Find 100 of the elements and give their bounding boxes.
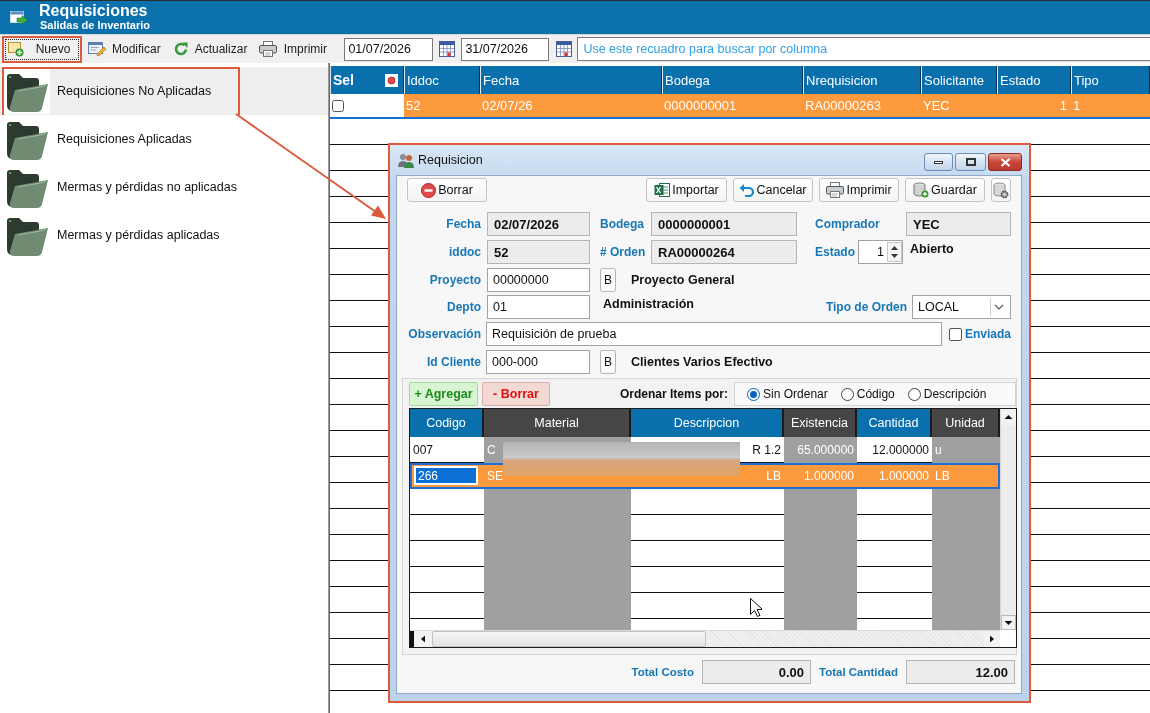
status-spinner[interactable]: 1 (858, 240, 903, 264)
field-label: Depto (446, 299, 481, 314)
total-field[interactable]: 0.00 (702, 660, 811, 684)
unit-text: u (935, 442, 942, 457)
folder-icon (4, 68, 50, 114)
radio-icon[interactable] (840, 387, 854, 401)
field-label: Bodega (600, 217, 645, 231)
material-text: SE (487, 468, 503, 483)
client-id-field[interactable]: 000-000 (486, 349, 590, 374)
field-label: Fecha (445, 217, 481, 231)
lookup-button[interactable]: B (600, 349, 616, 374)
department-field[interactable]: 01 (487, 294, 590, 319)
cancel-button[interactable]: Cancelar (733, 178, 813, 202)
radio-icon[interactable] (747, 387, 761, 401)
window-arrow-icon (10, 9, 28, 26)
maximize-icon (965, 158, 976, 166)
quantity-text: 1.000000 (878, 468, 929, 483)
project-field[interactable]: 00000000 (487, 267, 590, 292)
horizontal-scrollbar[interactable] (410, 630, 1000, 647)
field-label: Comprador (815, 217, 881, 231)
date-from-field[interactable]: 01/07/2026 (344, 37, 434, 61)
remove-item-button[interactable]: - Borrar (482, 382, 550, 406)
code-edit-field[interactable]: 266 (414, 466, 478, 485)
form-pencil-icon (88, 41, 106, 57)
table-cell-text: 0000000001 (663, 97, 738, 115)
settings-button[interactable] (991, 178, 1011, 202)
print-button[interactable]: Imprimir (253, 35, 334, 63)
table-cell-text: 1 (1058, 97, 1068, 115)
document-plus-icon (8, 41, 24, 57)
date-field[interactable]: 02/07/2026 (487, 212, 590, 236)
total-label: Total Cantidad (819, 666, 898, 678)
order-type-select[interactable]: LOCAL (912, 294, 1011, 319)
people-icon (398, 152, 414, 168)
maximize-button[interactable] (955, 153, 986, 171)
print-button[interactable]: Imprimir (819, 178, 899, 202)
date-to-field[interactable]: 31/07/2026 (461, 37, 550, 61)
field-label: Estado (815, 245, 856, 259)
calendar-icon[interactable] (556, 41, 573, 57)
spreadsheet-icon (654, 182, 671, 198)
new-button[interactable]: Nuevo (2, 35, 82, 63)
status-description: Abierto (910, 242, 954, 256)
printer-icon (259, 41, 278, 57)
spin-arrows-icon[interactable] (887, 242, 902, 262)
description-text: LB (766, 468, 781, 483)
circle-icon[interactable] (385, 73, 398, 87)
sidebar-item[interactable]: Requisiciones No Aplicadas (0, 67, 328, 115)
field-label: Tipo de Orden (825, 299, 907, 314)
app-subtitle: Salidas de Inventario (40, 18, 151, 31)
warehouse-field[interactable]: 0000000001 (651, 212, 797, 236)
vertical-scrollbar[interactable] (1000, 409, 1016, 630)
checkbox-label: Enviada (964, 327, 1011, 341)
database-plus-icon (913, 182, 930, 198)
total-label: Total Costo (631, 666, 694, 678)
sort-label: Ordenar Items por: (620, 387, 729, 401)
search-field[interactable]: Use este recuadro para buscar por columna (577, 37, 1150, 61)
column-header[interactable]: Unidad (932, 409, 1000, 437)
edit-button[interactable]: Modificar (82, 35, 167, 63)
table-cell-text: RA00000263 (804, 97, 882, 115)
checkbox[interactable] (948, 327, 962, 341)
observation-field[interactable]: Requisición de prueba (486, 322, 942, 346)
total-field[interactable]: 12.00 (906, 660, 1015, 684)
table-cell-text: 1 (1072, 97, 1082, 115)
app-title: Requisiciones (39, 2, 149, 19)
buyer-field[interactable]: YEC (906, 212, 1011, 236)
description-text: R 1.2 (752, 442, 781, 457)
column-header[interactable]: Cantidad (857, 409, 932, 437)
calendar-icon[interactable] (439, 41, 456, 57)
sort-option[interactable]: Código (840, 387, 895, 401)
minimize-button[interactable] (924, 153, 953, 171)
lookup-button[interactable]: B (600, 267, 616, 292)
field-label: Id Cliente (426, 354, 481, 369)
order-number-field[interactable]: RA00000264 (651, 240, 797, 264)
client-description: Clientes Varios Efectivo (631, 354, 773, 369)
column-header[interactable]: Existencia (784, 409, 857, 437)
radio-icon[interactable] (907, 387, 921, 401)
field-label: Proyecto (428, 272, 481, 287)
row-checkbox[interactable] (332, 99, 344, 112)
dialog-title: Requisicion (418, 153, 483, 167)
printer-icon (826, 182, 845, 198)
minimize-icon (934, 160, 943, 164)
scrollbar-thumb[interactable] (432, 631, 706, 647)
sort-option[interactable]: Descripción (907, 387, 987, 401)
import-button[interactable]: Importar (646, 178, 727, 202)
material-text: C (487, 442, 496, 457)
refresh-button[interactable]: Actualizar (166, 35, 254, 63)
field-label: Observación (407, 327, 481, 341)
table-cell-text: YEC (922, 97, 951, 115)
table-cell-text: 52 (405, 97, 422, 115)
delete-button[interactable]: Borrar (407, 178, 487, 202)
settings-icon (993, 181, 1009, 199)
column-header[interactable]: Descripcion (631, 409, 784, 437)
column-header[interactable]: Codigo (410, 409, 484, 437)
iddoc-field[interactable]: 52 (487, 240, 590, 264)
add-item-button[interactable]: + Agregar (409, 382, 478, 406)
sort-option[interactable]: Sin Ordenar (747, 387, 828, 401)
save-button[interactable]: Guardar (905, 178, 985, 202)
stock-text: 1.000000 (803, 468, 854, 483)
close-button[interactable] (988, 153, 1022, 171)
column-header[interactable]: Material (484, 409, 631, 437)
stock-text: 65.000000 (797, 442, 854, 457)
